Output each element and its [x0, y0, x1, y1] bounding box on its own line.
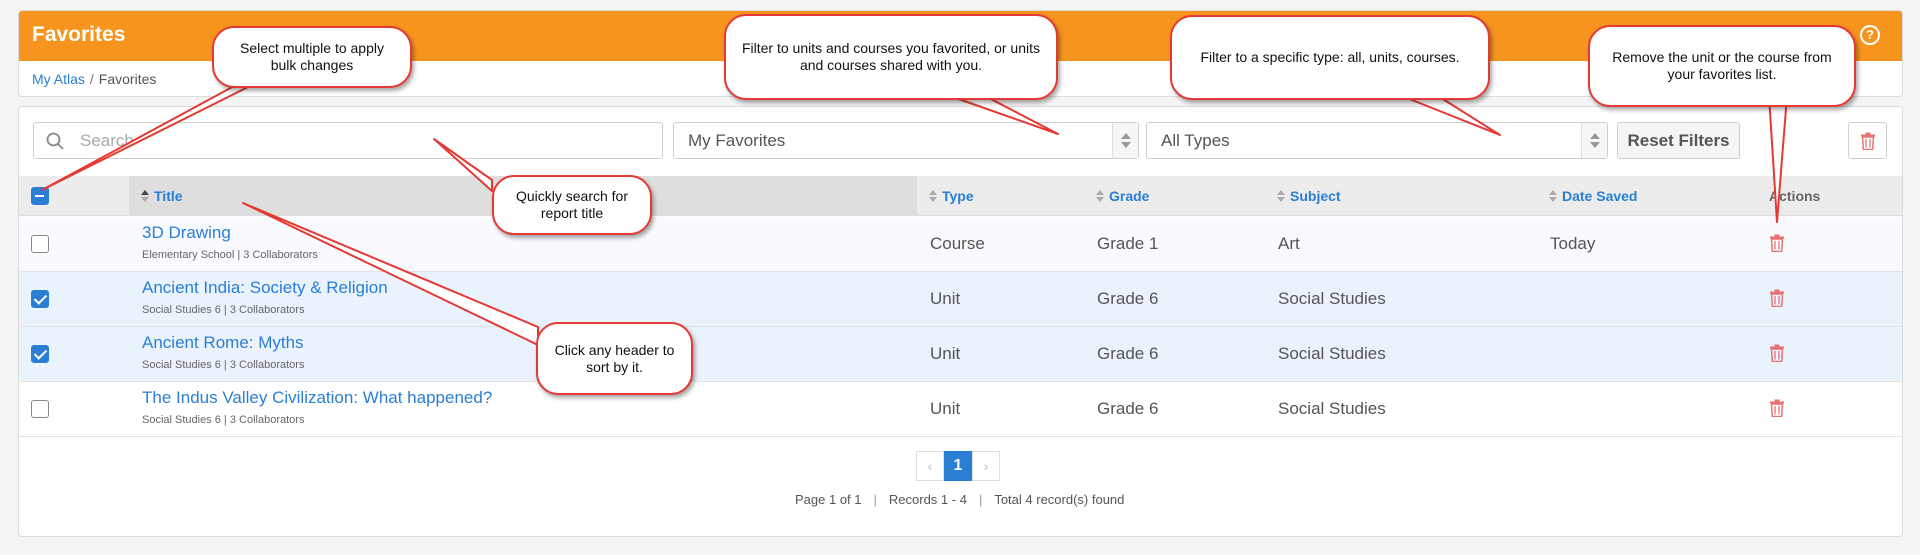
table-header: Title Type Grade Subject Date Saved Acti…	[19, 176, 1902, 216]
breadcrumb-separator: /	[89, 71, 94, 87]
reset-filters-button[interactable]: Reset Filters	[1617, 122, 1740, 159]
callout-sort-header: Click any header to sort by it.	[536, 322, 693, 395]
row-checkbox[interactable]	[31, 290, 49, 308]
row-type: Unit	[930, 289, 961, 308]
row-type: Unit	[930, 344, 961, 363]
bulk-delete-button[interactable]	[1848, 122, 1887, 159]
next-page-button[interactable]: ›	[972, 451, 1000, 481]
row-grade: Grade 6	[1097, 399, 1159, 418]
row-grade: Grade 6	[1097, 289, 1159, 308]
sort-icon	[1096, 190, 1105, 202]
pagination: ‹ 1 ›	[916, 451, 1000, 481]
pagination-info: Page 1 of 1 | Records 1 - 4 | Total 4 record…	[795, 492, 1125, 507]
callout-remove-favorite: Remove the unit or the course from your …	[1588, 25, 1856, 107]
row-type: Course	[930, 234, 985, 253]
title-column-header[interactable]: Title	[141, 188, 183, 204]
subject-column-header[interactable]: Subject	[1277, 188, 1341, 204]
row-grade: Grade 1	[1097, 234, 1159, 253]
breadcrumb-current: Favorites	[98, 71, 157, 87]
search-icon	[46, 132, 64, 150]
type-filter-value: All Types	[1161, 131, 1230, 150]
subject-header-label: Subject	[1290, 188, 1341, 204]
remove-favorite-trash-icon[interactable]	[1769, 344, 1785, 367]
row-checkbox[interactable]	[31, 235, 49, 253]
sort-icon	[1549, 190, 1558, 202]
row-subtitle: Social Studies 6 | 3 Collaborators	[142, 414, 305, 426]
table-row: Ancient India: Society & Religion Social…	[19, 272, 1902, 327]
table-row: The Indus Valley Civilization: What happ…	[19, 382, 1902, 437]
sort-icon	[929, 190, 938, 202]
row-title-link[interactable]: The Indus Valley Civilization: What happ…	[142, 388, 492, 408]
table-row: 3D Drawing Elementary School | 3 Collabo…	[19, 217, 1902, 272]
callout-search: Quickly search for report title	[492, 175, 652, 235]
row-subject: Social Studies	[1278, 344, 1386, 363]
grade-header-label: Grade	[1109, 188, 1150, 204]
remove-favorite-trash-icon[interactable]	[1769, 399, 1785, 422]
select-all-checkbox[interactable]	[31, 187, 49, 205]
favorites-filter-value: My Favorites	[688, 131, 786, 150]
row-subject: Social Studies	[1278, 289, 1386, 308]
row-subject: Art	[1278, 234, 1300, 253]
page-1-button[interactable]: 1	[944, 451, 972, 481]
row-date-saved: Today	[1550, 234, 1596, 253]
grade-column-header[interactable]: Grade	[1096, 188, 1149, 204]
callout-filter-favorites: Filter to units and courses you favorite…	[724, 14, 1058, 100]
title-header-label: Title	[154, 188, 183, 204]
date-saved-header-label: Date Saved	[1562, 188, 1638, 204]
callout-bulk-changes: Select multiple to apply bulk changes	[212, 26, 412, 88]
page-title: Favorites	[32, 23, 126, 46]
help-icon[interactable]: ?	[1860, 25, 1880, 45]
remove-favorite-trash-icon[interactable]	[1769, 234, 1785, 257]
row-title-link[interactable]: Ancient India: Society & Religion	[142, 278, 388, 298]
search-field[interactable]	[33, 122, 663, 159]
row-checkbox[interactable]	[31, 400, 49, 418]
row-subtitle: Social Studies 6 | 3 Collaborators	[142, 304, 305, 316]
type-header-label: Type	[942, 188, 974, 204]
row-subtitle: Elementary School | 3 Collaborators	[142, 249, 318, 261]
prev-page-button[interactable]: ‹	[916, 451, 944, 481]
page-info: Page 1 of 1	[795, 492, 862, 507]
table-row: Ancient Rome: Myths Social Studies 6 | 3…	[19, 327, 1902, 382]
row-type: Unit	[930, 399, 961, 418]
row-subtitle: Social Studies 6 | 3 Collaborators	[142, 359, 305, 371]
date-saved-column-header[interactable]: Date Saved	[1549, 188, 1637, 204]
actions-column-header: Actions	[1769, 188, 1821, 204]
breadcrumb: My Atlas / Favorites	[32, 71, 156, 87]
row-checkbox[interactable]	[31, 345, 49, 363]
remove-favorite-trash-icon[interactable]	[1769, 289, 1785, 312]
breadcrumb-my-atlas[interactable]: My Atlas	[32, 71, 85, 87]
sort-icon	[141, 190, 150, 202]
total-info: Total 4 record(s) found	[994, 492, 1125, 507]
row-grade: Grade 6	[1097, 344, 1159, 363]
favorites-panel: My Favorites All Types Reset Filters Tit…	[18, 106, 1903, 537]
trash-icon	[1861, 132, 1875, 150]
type-filter-select[interactable]: All Types	[1146, 122, 1608, 159]
row-subject: Social Studies	[1278, 399, 1386, 418]
sort-icon	[1277, 190, 1286, 202]
search-input[interactable]	[78, 127, 648, 155]
callout-filter-type: Filter to a specific type: all, units, c…	[1170, 15, 1490, 100]
type-column-header[interactable]: Type	[929, 188, 974, 204]
select-arrows-icon	[1581, 123, 1607, 158]
records-info: Records 1 - 4	[888, 492, 967, 507]
select-arrows-icon	[1112, 123, 1138, 158]
row-title-link[interactable]: 3D Drawing	[142, 223, 231, 243]
favorites-filter-select[interactable]: My Favorites	[673, 122, 1139, 159]
row-title-link[interactable]: Ancient Rome: Myths	[142, 333, 304, 353]
